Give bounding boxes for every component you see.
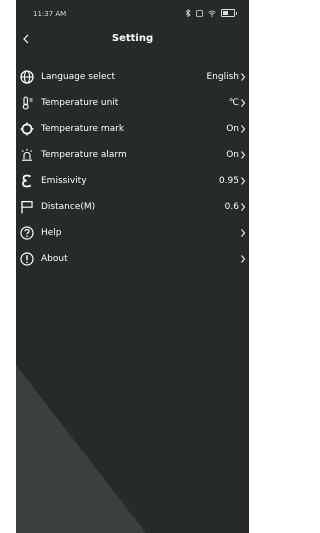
setting-value: On — [226, 150, 239, 160]
status-icons — [185, 9, 237, 17]
flag-icon — [20, 200, 34, 214]
chevron-right-icon — [241, 151, 246, 159]
page-title: Setting — [111, 33, 154, 44]
setting-value: 0.6 — [224, 202, 239, 212]
epsilon-icon — [20, 174, 34, 188]
setting-label: About — [41, 254, 68, 264]
setting-value: ℃ — [228, 98, 239, 108]
thermometer-icon — [20, 96, 34, 110]
header: Setting — [16, 28, 249, 52]
setting-temperature-alarm[interactable]: Temperature alarm On — [16, 142, 249, 168]
setting-language-select[interactable]: Language select English — [16, 64, 249, 90]
setting-label: Temperature unit — [41, 98, 119, 108]
status-time: 11:37 AM — [33, 10, 67, 18]
setting-emissivity[interactable]: Emissivity 0.95 — [16, 168, 249, 194]
battery-icon — [221, 9, 237, 17]
chevron-right-icon — [241, 73, 246, 81]
chevron-right-icon — [241, 229, 246, 237]
setting-temperature-unit[interactable]: Temperature unit ℃ — [16, 90, 249, 116]
alarm-icon — [20, 148, 34, 162]
setting-label: Emissivity — [41, 176, 87, 186]
chevron-right-icon — [241, 177, 246, 185]
chevron-right-icon — [241, 125, 246, 133]
setting-distance[interactable]: Distance(M) 0.6 — [16, 194, 249, 220]
setting-value: 0.95 — [218, 176, 239, 186]
crosshair-icon — [20, 122, 34, 136]
globe-icon — [20, 70, 34, 84]
info-icon — [20, 252, 34, 266]
settings-screen: 11:37 AM Setting Language select English… — [16, 0, 249, 533]
setting-label: Temperature mark — [41, 124, 125, 134]
setting-label: Distance(M) — [41, 202, 96, 212]
setting-label: Language select — [41, 72, 116, 82]
setting-value: English — [206, 72, 240, 82]
help-icon — [20, 226, 34, 240]
setting-label: Temperature alarm — [41, 150, 127, 160]
setting-about[interactable]: About — [16, 246, 249, 272]
settings-list: Language select English Temperature unit… — [16, 64, 249, 272]
bluetooth-icon — [185, 9, 191, 17]
chevron-right-icon — [241, 203, 246, 211]
sim-icon — [196, 9, 203, 17]
setting-help[interactable]: Help — [16, 220, 249, 246]
status-bar: 11:37 AM — [16, 0, 249, 28]
chevron-right-icon — [241, 255, 246, 263]
setting-temperature-mark[interactable]: Temperature mark On — [16, 116, 249, 142]
setting-value: On — [226, 124, 239, 134]
setting-label: Help — [41, 228, 62, 238]
chevron-right-icon — [241, 99, 246, 107]
wifi-icon — [208, 10, 216, 17]
